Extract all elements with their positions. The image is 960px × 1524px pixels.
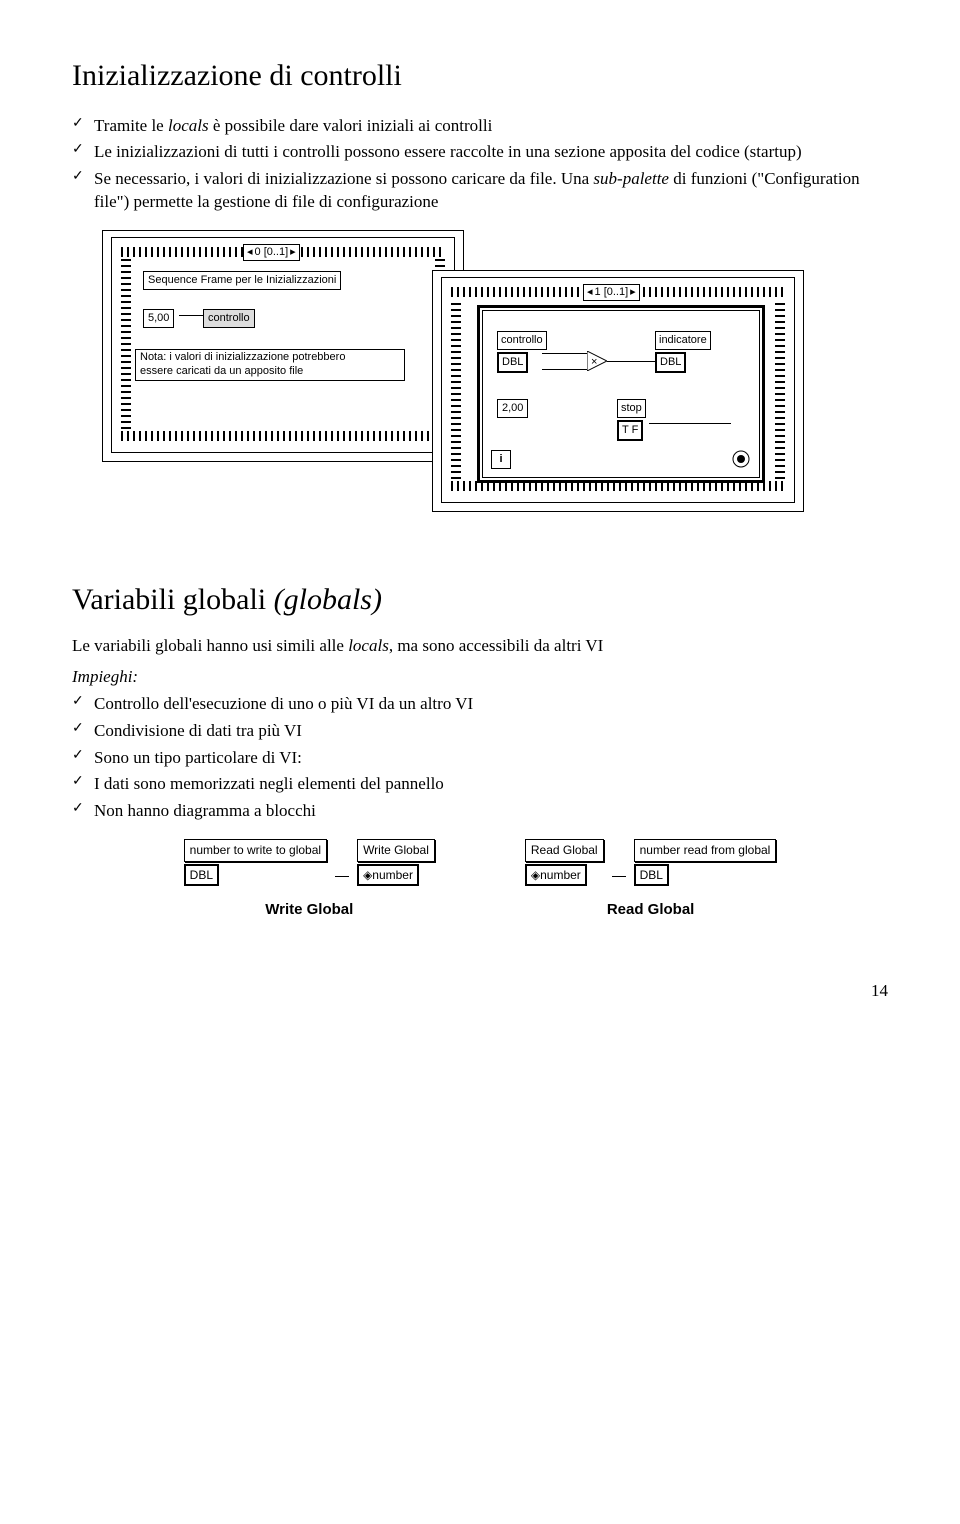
s2-intro-it: locals	[348, 636, 389, 655]
diagram-2: number to write to global DBL Write Glob…	[72, 839, 888, 920]
arrow-left-icon-2: ◂	[587, 285, 593, 300]
ctrl-stack: controllo DBL	[497, 331, 547, 373]
section1-title: Inizializzazione di controlli	[72, 56, 888, 97]
s1-i2-pre: Se necessario, i valori di inizializzazi…	[94, 169, 593, 188]
right-stop: stop	[617, 399, 646, 418]
arrow-left-icon: ◂	[247, 245, 253, 260]
write-global-glyph: ◈number	[357, 864, 419, 886]
right-stop-type: T F	[617, 420, 643, 441]
read-global-label: Read Global	[525, 839, 604, 861]
left-seq-label: Sequence Frame per le Inizializzazioni	[143, 271, 341, 290]
s1-i2-it: sub-palette	[593, 169, 669, 188]
read-dst-label: number read from global	[634, 839, 777, 861]
section1-item-2: Se necessario, i valori di inizializzazi…	[72, 168, 888, 214]
right-nav: ◂1 [0..1]▸	[583, 279, 640, 302]
s1-i0-it: locals	[168, 116, 209, 135]
wire-write	[335, 876, 349, 877]
right-panel: ◂1 [0..1]▸ controllo DBL × i	[432, 270, 804, 512]
i-terminal: i	[491, 450, 511, 469]
s2-intro-post: , ma sono accessibili da altri VI	[389, 636, 604, 655]
section1-item-0: Tramite le locals è possibile dare valor…	[72, 115, 888, 138]
read-global-box: Read Global ◈number	[525, 839, 604, 885]
right-ctrl-type: DBL	[497, 352, 528, 373]
ind-stack: indicatore DBL	[655, 331, 711, 373]
write-src: number to write to global DBL	[184, 839, 327, 885]
s2-item-2: Sono un tipo particolare di VI:	[72, 747, 888, 770]
arrow-right-icon: ▸	[290, 245, 296, 260]
svg-text:×: ×	[591, 356, 597, 368]
wire-mul-ind	[607, 361, 655, 362]
s1-i1-pre: Le inizializzazioni di tutti i controlli…	[94, 142, 802, 161]
write-src-type: DBL	[184, 864, 219, 886]
diagram-1: ◂0 [0..1]▸ Sequence Frame per le Inizial…	[72, 230, 888, 520]
s2-title-plain: Variabili globali	[72, 583, 274, 616]
section2-list: Controllo dell'esecuzione di uno o più V…	[72, 693, 888, 824]
s2-title-italic: (globals)	[274, 583, 382, 616]
left-nav-text: 0 [0..1]	[255, 245, 289, 260]
s2-item-0: Controllo dell'esecuzione di uno o più V…	[72, 693, 888, 716]
right-nav-text: 1 [0..1]	[595, 285, 629, 300]
page-number: 14	[72, 980, 888, 1003]
read-dst: number read from global DBL	[634, 839, 777, 885]
s2-item-3: I dati sono memorizzati negli elementi d…	[72, 773, 888, 796]
wire-left	[179, 315, 203, 316]
s2-item-4: Non hanno diagramma a blocchi	[72, 800, 888, 823]
s2-item-1: Condivisione di dati tra più VI	[72, 720, 888, 743]
section1-item-1: Le inizializzazioni di tutti i controlli…	[72, 141, 888, 164]
wire-cn-mul	[542, 369, 587, 370]
right-ctrl: controllo	[497, 331, 547, 350]
left-nav: ◂0 [0..1]▸	[243, 239, 300, 262]
read-global-group: Read Global ◈number number read from glo…	[525, 839, 776, 920]
stop-terminal-icon	[731, 449, 751, 469]
arrow-right-icon-2: ▸	[630, 285, 636, 300]
impieghi-label: Impieghi:	[72, 666, 888, 689]
left-ctrl: controllo	[203, 309, 255, 328]
right-ind: indicatore	[655, 331, 711, 350]
section1-list: Tramite le locals è possibile dare valor…	[72, 115, 888, 215]
multiply-icon: ×	[587, 351, 607, 371]
write-src-label: number to write to global	[184, 839, 327, 861]
wire-ct-mul	[542, 353, 587, 354]
while-loop: controllo DBL × indicatore DBL	[477, 305, 765, 483]
read-caption: Read Global	[607, 900, 695, 920]
section2-title: Variabili globali (globals)	[72, 580, 888, 621]
left-val: 5,00	[143, 309, 174, 328]
write-global-group: number to write to global DBL Write Glob…	[184, 839, 435, 920]
right-ind-type: DBL	[655, 352, 686, 373]
wire-stop	[649, 423, 731, 424]
s2-intro-pre: Le variabili globali hanno usi simili al…	[72, 636, 348, 655]
write-global-label: Write Global	[357, 839, 435, 861]
wire-read	[612, 876, 626, 877]
stop-stack: stop T F	[617, 399, 646, 441]
left-panel: ◂0 [0..1]▸ Sequence Frame per le Inizial…	[102, 230, 464, 462]
read-global-glyph: ◈number	[525, 864, 587, 886]
read-dst-type: DBL	[634, 864, 669, 886]
while-loop-inner: controllo DBL × indicatore DBL	[487, 315, 755, 473]
right-const: 2,00	[497, 399, 528, 418]
left-note: Nota: i valori di inizializzazione potre…	[135, 349, 405, 381]
section2-intro: Le variabili globali hanno usi simili al…	[72, 635, 888, 658]
s1-i0-post: è possibile dare valori iniziali ai cont…	[209, 116, 493, 135]
write-global-box: Write Global ◈number	[357, 839, 435, 885]
s1-i0-pre: Tramite le	[94, 116, 168, 135]
write-caption: Write Global	[265, 900, 353, 920]
